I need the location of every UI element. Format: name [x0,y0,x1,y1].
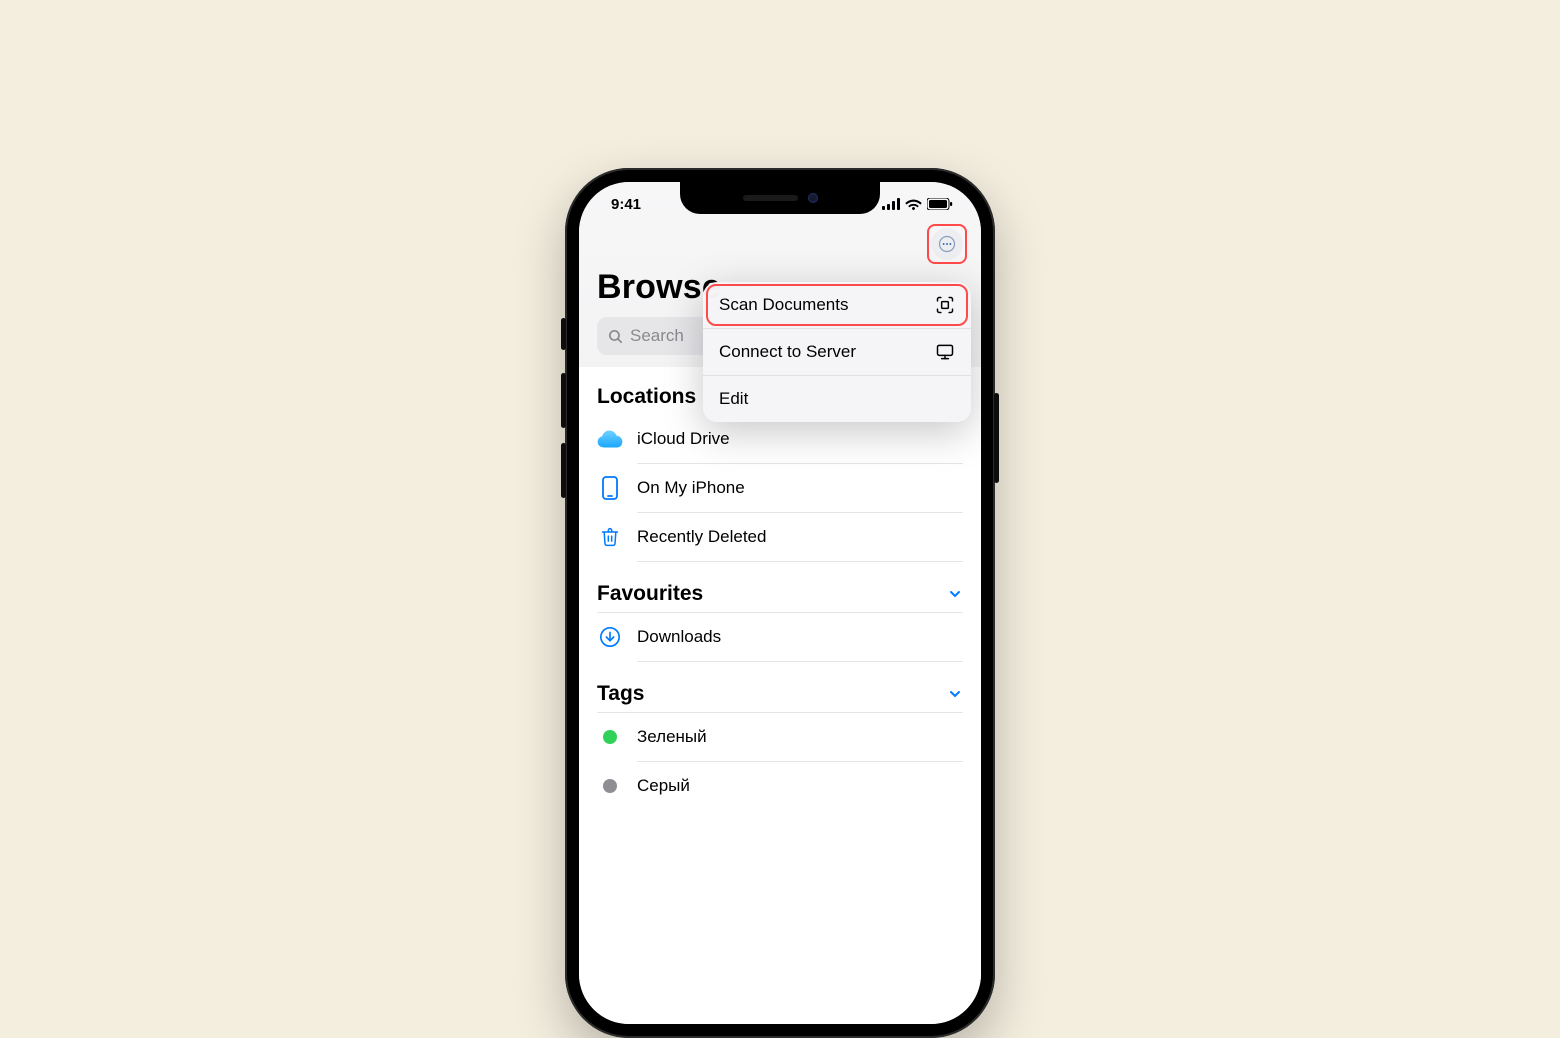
list-item-label: Серый [637,776,690,796]
menu-item-edit[interactable]: Edit [703,376,971,422]
trash-icon [597,526,623,548]
screen: 9:41 Browse [579,182,981,1024]
menu-item-connect-to-server[interactable]: Connect to Server [703,329,971,376]
section-title: Favourites [597,582,703,606]
more-button[interactable] [931,228,963,260]
menu-item-scan-documents[interactable]: Scan Documents [703,282,971,329]
highlight-box [927,224,967,264]
menu-item-label: Connect to Server [719,342,856,362]
section-title: Tags [597,682,644,706]
front-camera [808,193,818,203]
divider [637,561,963,562]
list-item-label: Recently Deleted [637,527,766,547]
cellular-icon [882,198,900,210]
list-item-label: On My iPhone [637,478,745,498]
section-header-tags[interactable]: Tags [597,682,963,712]
notch [680,182,880,214]
download-icon [597,626,623,648]
section-favourites: Favourites Downloads [597,582,963,662]
section-header-favourites[interactable]: Favourites [597,582,963,612]
chevron-down-icon [947,686,963,702]
content-area: Locations iCloud Drive On My [579,367,981,1024]
tag-color-dot [597,730,623,744]
tag-green[interactable]: Зеленый [597,713,963,761]
wifi-icon [905,198,922,210]
cloud-icon [597,429,623,449]
location-on-my-iphone[interactable]: On My iPhone [597,464,963,512]
power-button [994,393,999,483]
phone-icon [597,476,623,500]
list-item-label: iCloud Drive [637,429,730,449]
phone-frame: 9:41 Browse [565,168,995,1038]
search-icon [607,328,624,345]
favourite-downloads[interactable]: Downloads [597,613,963,661]
list-item-label: Downloads [637,627,721,647]
mute-switch [561,318,566,350]
tag-color-dot [597,779,623,793]
location-recently-deleted[interactable]: Recently Deleted [597,513,963,561]
menu-item-label: Edit [719,389,748,409]
status-time: 9:41 [611,196,641,213]
divider [637,661,963,662]
context-menu: Scan Documents Connect to Server Edit [703,282,971,422]
search-placeholder: Search [630,326,684,346]
menu-item-label: Scan Documents [719,295,848,315]
volume-down-button [561,443,566,498]
tag-gray[interactable]: Серый [597,762,963,810]
chevron-down-icon [947,586,963,602]
battery-icon [927,198,953,210]
section-title: Locations [597,385,696,409]
scan-icon [935,295,955,315]
server-icon [935,342,955,362]
section-tags: Tags Зеленый Серый [597,682,963,810]
list-item-label: Зеленый [637,727,707,747]
volume-up-button [561,373,566,428]
location-icloud-drive[interactable]: iCloud Drive [597,415,963,463]
speaker-slot [743,195,798,201]
